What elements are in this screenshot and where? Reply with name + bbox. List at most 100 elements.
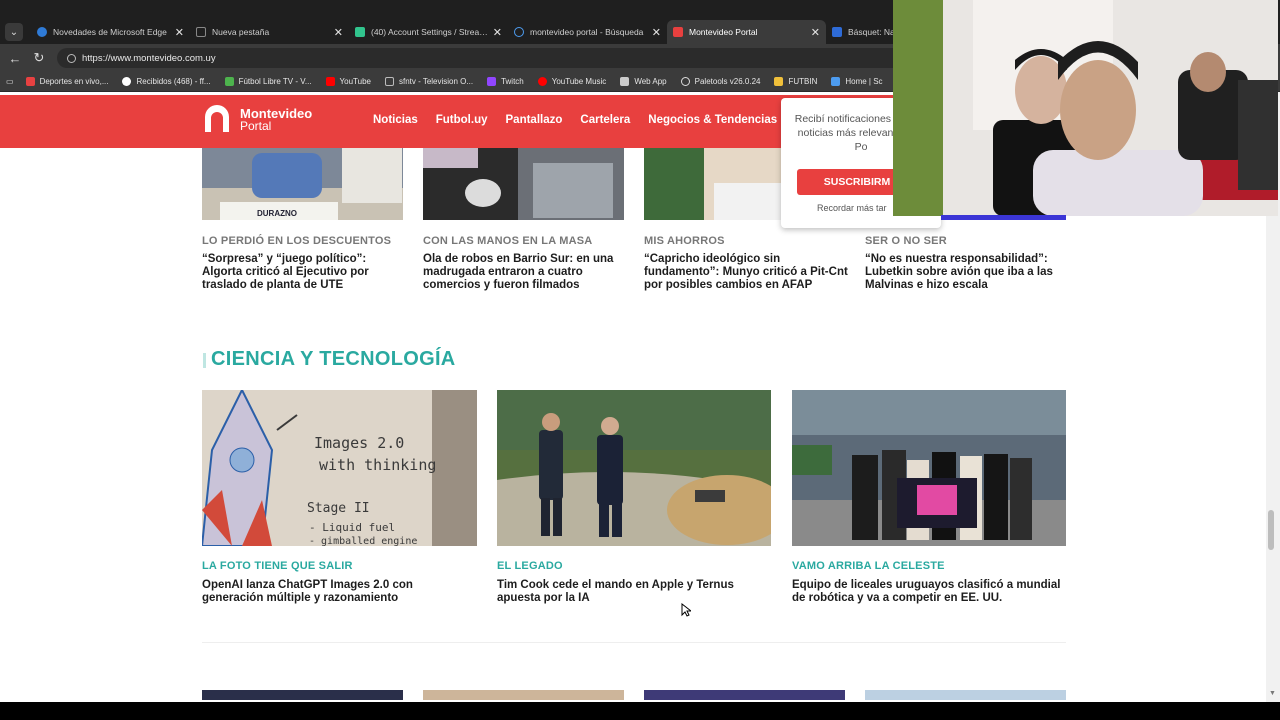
article-kicker[interactable]: SER O NO SER	[865, 235, 947, 247]
page-icon	[832, 27, 842, 37]
bookmark-item[interactable]: YouTube	[325, 77, 371, 86]
article-headline[interactable]: “No es nuestra responsabilidad”: Lubetki…	[865, 253, 1070, 292]
futbin-icon	[774, 77, 784, 86]
bookmark-label: YouTube	[339, 77, 371, 86]
browser-tab[interactable]: Novedades de Microsoft Edge ✕	[31, 20, 190, 44]
window-bottom-edge	[0, 702, 1280, 720]
article-headline[interactable]: “Capricho ideológico sin fundamento”: Mu…	[644, 253, 849, 292]
webcam-border-strip	[941, 215, 1066, 220]
meeting-photo	[202, 148, 403, 220]
screen: ⌄ Novedades de Microsoft Edge ✕ Nueva pe…	[0, 0, 1280, 720]
montevideo-portal-icon	[673, 27, 683, 37]
bookmark-item[interactable]: Deportes en vivo,...	[25, 77, 108, 86]
article-image[interactable]	[865, 690, 1066, 700]
browser-tab-active[interactable]: Montevideo Portal ✕	[667, 20, 826, 44]
twitch-icon	[487, 77, 497, 86]
logo-text: Montevideo Portal	[240, 107, 312, 133]
article-image[interactable]	[202, 690, 403, 700]
article-kicker[interactable]: EL LEGADO	[497, 560, 563, 572]
site-logo[interactable]: Montevideo Portal	[202, 105, 312, 135]
article-image[interactable]	[423, 690, 624, 700]
nav-item-cartelera[interactable]: Cartelera	[580, 114, 630, 126]
bookmark-item[interactable]: Web App	[620, 77, 667, 86]
web-app-icon	[620, 77, 630, 86]
close-tab-icon[interactable]: ✕	[652, 26, 661, 39]
bookmark-label: sfntv - Television O...	[398, 77, 474, 86]
two-men-walking-photo	[497, 390, 771, 546]
article-image[interactable]: Images 2.0 with thinking Stage II - Liqu…	[202, 390, 477, 546]
article-image[interactable]	[423, 148, 624, 220]
close-tab-icon[interactable]: ✕	[493, 26, 502, 39]
article-kicker[interactable]: CON LAS MANOS EN LA MASA	[423, 235, 592, 247]
nav-item-pantallazo[interactable]: Pantallazo	[506, 114, 563, 126]
bookmark-label: Recibidos (468) - ff...	[136, 77, 211, 86]
article-headline[interactable]: Ola de robos en Barrio Sur: en una madru…	[423, 253, 628, 292]
article-headline[interactable]: Tim Cook cede el mando en Apple y Ternus…	[497, 579, 747, 605]
refresh-icon[interactable]: ↻	[27, 50, 51, 66]
bookmark-item[interactable]: FUTBIN	[774, 77, 817, 86]
globe-icon	[680, 77, 690, 86]
section-accent-bar	[203, 353, 206, 368]
site-info-icon[interactable]	[67, 53, 76, 63]
scroll-down-icon[interactable]: ▼	[1269, 690, 1276, 697]
article-kicker[interactable]: VAMO ARRIBA LA CELESTE	[792, 560, 945, 572]
svg-text:Stage II: Stage II	[307, 501, 370, 516]
bookmark-item[interactable]: Twitch	[487, 77, 524, 86]
browser-tab[interactable]: montevideo portal - Búsqueda ✕	[508, 20, 667, 44]
youtube-icon	[325, 77, 335, 86]
nav-item-noticias[interactable]: Noticias	[373, 114, 418, 126]
main-nav: Noticias Futbol.uy Pantallazo Cartelera …	[373, 114, 820, 126]
streamlabs-icon	[355, 27, 365, 37]
bookmark-label: Home | Sc	[845, 77, 883, 86]
bookmark-label: Fútbol Libre TV - V...	[238, 77, 312, 86]
bookmark-label: Web App	[634, 77, 667, 86]
bookmark-item[interactable]: sfntv - Television O...	[384, 77, 474, 86]
bookmark-item[interactable]: Fútbol Libre TV - V...	[224, 77, 312, 86]
article-kicker[interactable]: LA FOTO TIENE QUE SALIR	[202, 560, 353, 572]
article-headline[interactable]: Equipo de liceales uruguayos clasificó a…	[792, 579, 1072, 605]
browser-tab[interactable]: (40) Account Settings / Streamlabs ✕	[349, 20, 508, 44]
article-headline[interactable]: OpenAI lanza ChatGPT Images 2.0 con gene…	[202, 579, 442, 605]
page-icon	[831, 77, 841, 86]
webcam-overlay	[893, 0, 1278, 216]
article-image[interactable]	[792, 390, 1066, 546]
bookmark-label: Paletools v26.0.24	[694, 77, 761, 86]
close-tab-icon[interactable]: ✕	[334, 26, 343, 39]
robotics-team-photo	[792, 390, 1066, 546]
bookmark-label: FUTBIN	[788, 77, 818, 86]
article-kicker[interactable]: MIS AHORROS	[644, 235, 725, 247]
back-arrow-icon[interactable]: ←	[3, 51, 27, 66]
nav-item-futbol[interactable]: Futbol.uy	[436, 114, 488, 126]
article-image[interactable]	[644, 690, 845, 700]
edge-icon	[37, 27, 47, 37]
svg-text:Images 2.0: Images 2.0	[314, 434, 404, 452]
svg-text:- gimballed engine: - gimballed engine	[309, 536, 417, 546]
remind-later-link[interactable]: Recordar más tar	[817, 203, 887, 213]
article-image[interactable]: DURAZNO	[202, 148, 403, 220]
nav-item-negocios[interactable]: Negocios & Tendencias	[648, 114, 777, 126]
article-image[interactable]	[497, 390, 771, 546]
bookmark-item[interactable]: YouTube Music	[537, 77, 606, 86]
close-tab-icon[interactable]: ✕	[175, 26, 184, 39]
tab-label: montevideo portal - Búsqueda	[530, 27, 644, 37]
image-caption-text: DURAZNO	[257, 209, 297, 218]
star-icon	[25, 77, 35, 86]
youtube-music-icon	[537, 77, 547, 86]
section-title[interactable]: CIENCIA Y TECNOLOGÍA	[211, 348, 456, 371]
close-tab-icon[interactable]: ✕	[811, 26, 820, 39]
svg-text:- Liquid fuel: - Liquid fuel	[309, 521, 395, 534]
bookmarks-menu-icon[interactable]: ▭	[6, 77, 14, 86]
cctv-photo	[423, 148, 624, 220]
article-kicker[interactable]: LO PERDIÓ EN LOS DESCUENTOS	[202, 235, 391, 247]
section-divider	[202, 642, 1066, 643]
bookmark-item[interactable]: Recibidos (468) - ff...	[122, 77, 211, 86]
bookmark-item[interactable]: Home | Sc	[831, 77, 883, 86]
handwritten-notes-photo: Images 2.0 with thinking Stage II - Liqu…	[202, 390, 477, 546]
browser-tab[interactable]: Nueva pestaña ✕	[190, 20, 349, 44]
article-headline[interactable]: “Sorpresa” y “juego político”: Algorta c…	[202, 253, 407, 292]
scrollbar-thumb[interactable]	[1268, 510, 1274, 550]
bookmark-item[interactable]: Paletools v26.0.24	[680, 77, 761, 86]
tab-actions-menu-icon[interactable]: ⌄	[5, 23, 23, 41]
football-icon	[224, 77, 234, 86]
svg-text:with thinking: with thinking	[319, 456, 436, 474]
